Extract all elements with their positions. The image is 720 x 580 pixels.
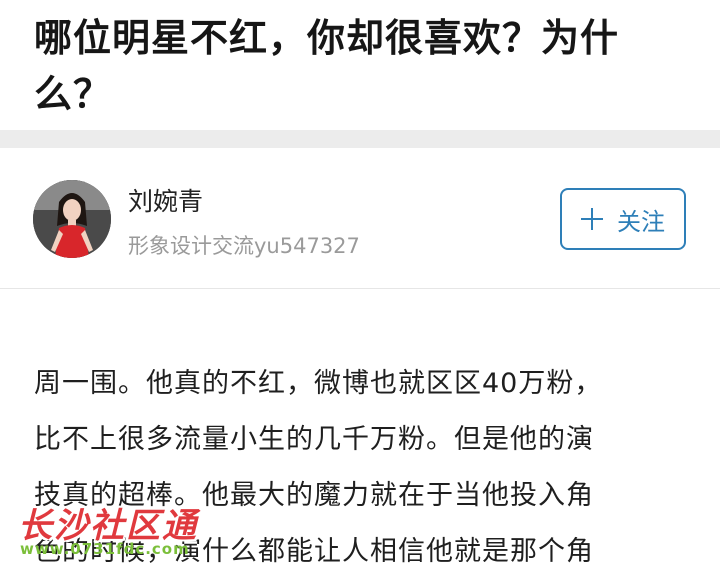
question-header: 哪位明星不红，你却很喜欢？为什么？ — [0, 0, 720, 130]
divider — [0, 288, 720, 289]
author-row: 刘婉青 形象设计交流yu547327 关注 — [0, 148, 720, 288]
follow-button[interactable]: 关注 — [560, 188, 686, 250]
watermark-url: www.0731fdc.com — [20, 540, 190, 558]
person-photo-avatar-icon — [33, 180, 111, 258]
plus-icon — [581, 208, 603, 230]
answer-line: 周一围。他真的不红，微博也就区区40万粉， — [34, 368, 603, 399]
author-name[interactable]: 刘婉青 — [128, 182, 203, 218]
watermark: 长沙社区通 www.0731fdc.com — [8, 498, 228, 562]
question-title[interactable]: 哪位明星不红，你却很喜欢？为什么？ — [34, 10, 674, 122]
avatar[interactable] — [33, 180, 111, 258]
follow-button-label: 关注 — [617, 207, 665, 236]
section-gap — [0, 130, 720, 148]
author-description: 形象设计交流yu547327 — [128, 234, 360, 258]
answer-line: 比不上很多流量小生的几千万粉。但是他的演 — [34, 424, 594, 455]
